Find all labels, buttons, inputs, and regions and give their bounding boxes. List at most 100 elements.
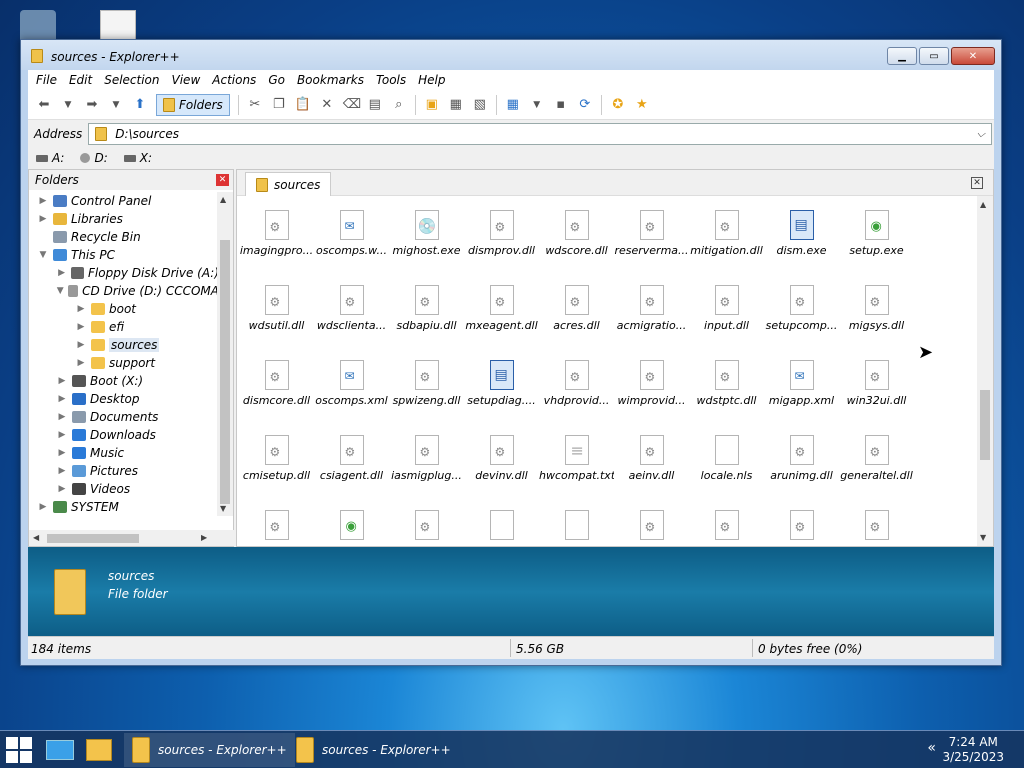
copy-icon[interactable]: ❐ <box>271 97 287 112</box>
up-arrow-icon[interactable]: ⬆ <box>132 97 148 112</box>
tree-item[interactable]: ▶ Control Panel <box>29 192 219 210</box>
file-item[interactable] <box>689 502 764 546</box>
file-item[interactable]: wimprovid... <box>614 352 689 427</box>
address-input[interactable]: D:\sources ⌵ <box>88 122 992 145</box>
menu-edit[interactable]: Edit <box>69 73 92 87</box>
chevron-right-icon[interactable]: ▶ <box>75 322 87 332</box>
file-item[interactable]: iasmigplug... <box>389 427 464 502</box>
cut-icon[interactable]: ✂ <box>247 97 263 112</box>
drive-x-button[interactable]: X: <box>123 151 152 165</box>
taskbar-item-explorer-2[interactable]: sources - Explorer++ <box>288 733 459 767</box>
file-item[interactable] <box>314 502 389 546</box>
refresh-icon[interactable]: ⟳ <box>577 97 593 112</box>
file-item[interactable]: migapp.xml <box>764 352 839 427</box>
file-item[interactable]: dismcore.dll <box>239 352 314 427</box>
file-item[interactable]: migsys.dll <box>839 277 914 352</box>
chevron-right-icon[interactable]: ▶ <box>56 376 68 386</box>
file-item[interactable]: input.dll <box>689 277 764 352</box>
chevron-right-icon[interactable]: ▶ <box>75 304 87 314</box>
file-item[interactable]: wdsutil.dll <box>239 277 314 352</box>
file-item[interactable]: dismprov.dll <box>464 202 539 277</box>
close-folders-pane-icon[interactable]: ✕ <box>216 174 229 186</box>
tree-item[interactable]: ▶ support <box>29 354 219 372</box>
scrollbar-thumb[interactable] <box>220 240 230 504</box>
file-item[interactable]: aeinv.dll <box>614 427 689 502</box>
file-item[interactable]: sdbapiu.dll <box>389 277 464 352</box>
title-bar[interactable]: sources - Explorer++ ▁ ▭ ✕ <box>21 40 1001 70</box>
show-hidden-icons-icon[interactable]: « <box>927 740 936 756</box>
menu-view[interactable]: View <box>172 73 201 87</box>
tree-item[interactable]: ▼ CD Drive (D:) CCCOMA <box>29 282 219 300</box>
chevron-right-icon[interactable]: ▶ <box>56 484 68 494</box>
forward-dropdown-icon[interactable]: ▼ <box>108 100 124 110</box>
file-item[interactable] <box>464 502 539 546</box>
command-prompt-icon[interactable]: ▪ <box>553 97 569 112</box>
tree-item[interactable]: ▶ Music <box>29 444 219 462</box>
file-item[interactable]: setup.exe <box>839 202 914 277</box>
file-item[interactable]: cmisetup.dll <box>239 427 314 502</box>
tree-item[interactable]: ▶ Boot (X:) <box>29 372 219 390</box>
add-bookmark-icon[interactable]: ✪ <box>610 97 626 112</box>
scroll-up-icon[interactable]: ▲ <box>220 195 226 204</box>
drive-a-button[interactable]: A: <box>36 151 64 165</box>
chevron-down-icon[interactable]: ▼ <box>37 250 49 260</box>
file-item[interactable] <box>764 502 839 546</box>
chevron-down-icon[interactable]: ⌵ <box>977 127 985 141</box>
chevron-right-icon[interactable]: ▶ <box>37 196 49 206</box>
file-item[interactable]: oscomps.w... <box>314 202 389 277</box>
maximize-button[interactable]: ▭ <box>919 47 949 65</box>
file-item[interactable]: wdsclienta... <box>314 277 389 352</box>
tree-item[interactable]: ▶ Downloads <box>29 426 219 444</box>
views-icon[interactable]: ▦ <box>505 97 521 112</box>
file-item[interactable]: spwizeng.dll <box>389 352 464 427</box>
chevron-right-icon[interactable]: ▶ <box>75 358 87 368</box>
folders-button[interactable]: Folders <box>156 93 230 116</box>
show-desktop-icon[interactable] <box>46 740 74 760</box>
chevron-right-icon[interactable]: ▶ <box>56 466 68 476</box>
file-item[interactable]: win32ui.dll <box>839 352 914 427</box>
chevron-right-icon[interactable]: ▶ <box>37 214 49 224</box>
clock[interactable]: 7:24 AM 3/25/2023 <box>942 735 1004 765</box>
tree-item[interactable]: ▶ Documents <box>29 408 219 426</box>
file-item[interactable]: mxeagent.dll <box>464 277 539 352</box>
file-item[interactable]: arunimg.dll <box>764 427 839 502</box>
scrollbar-thumb[interactable] <box>980 390 990 460</box>
chevron-right-icon[interactable]: ▶ <box>56 448 68 458</box>
file-item[interactable]: acmigratio... <box>614 277 689 352</box>
file-item[interactable]: wdscore.dll <box>539 202 614 277</box>
tree-item[interactable]: ▶ Floppy Disk Drive (A:) <box>29 264 219 282</box>
tree-item[interactable]: ▶ boot <box>29 300 219 318</box>
tree-item[interactable]: ▼ This PC <box>29 246 219 264</box>
chevron-right-icon[interactable]: ▶ <box>37 502 49 512</box>
file-item[interactable] <box>614 502 689 546</box>
scroll-right-icon[interactable]: ▶ <box>201 533 207 542</box>
paste-icon[interactable]: 📋 <box>295 97 311 112</box>
properties-icon[interactable]: ▤ <box>367 97 383 112</box>
menu-bookmarks[interactable]: Bookmarks <box>297 73 364 87</box>
file-item[interactable]: setupdiag.... <box>464 352 539 427</box>
close-button[interactable]: ✕ <box>951 47 995 65</box>
menu-actions[interactable]: Actions <box>212 73 256 87</box>
tree-item[interactable]: ▶ sources <box>29 336 219 354</box>
copy-to-icon[interactable]: ▦ <box>448 97 464 112</box>
forward-arrow-icon[interactable]: ➡ <box>84 97 100 112</box>
file-item[interactable]: mighost.exe <box>389 202 464 277</box>
bookmarks-icon[interactable]: ★ <box>634 97 650 112</box>
menu-selection[interactable]: Selection <box>104 73 159 87</box>
minimize-button[interactable]: ▁ <box>887 47 917 65</box>
views-dropdown-icon[interactable]: ▼ <box>529 100 545 110</box>
search-icon[interactable]: ⌕ <box>391 97 407 112</box>
file-item[interactable]: generaltel.dll <box>839 427 914 502</box>
file-explorer-icon[interactable] <box>86 739 112 761</box>
files-vertical-scrollbar[interactable]: ▲ ▼ <box>977 196 993 546</box>
tree-item[interactable]: ▶ Pictures <box>29 462 219 480</box>
drive-d-button[interactable]: D: <box>80 151 108 165</box>
file-item[interactable]: vhdprovid... <box>539 352 614 427</box>
file-item[interactable]: devinv.dll <box>464 427 539 502</box>
tree-item[interactable]: ▶ Videos <box>29 480 219 498</box>
move-to-icon[interactable]: ▧ <box>472 97 488 112</box>
menu-tools[interactable]: Tools <box>376 73 406 87</box>
file-item[interactable]: imagingpro... <box>239 202 314 277</box>
taskbar-item-explorer-1[interactable]: sources - Explorer++ <box>124 733 295 767</box>
file-item[interactable]: oscomps.xml <box>314 352 389 427</box>
